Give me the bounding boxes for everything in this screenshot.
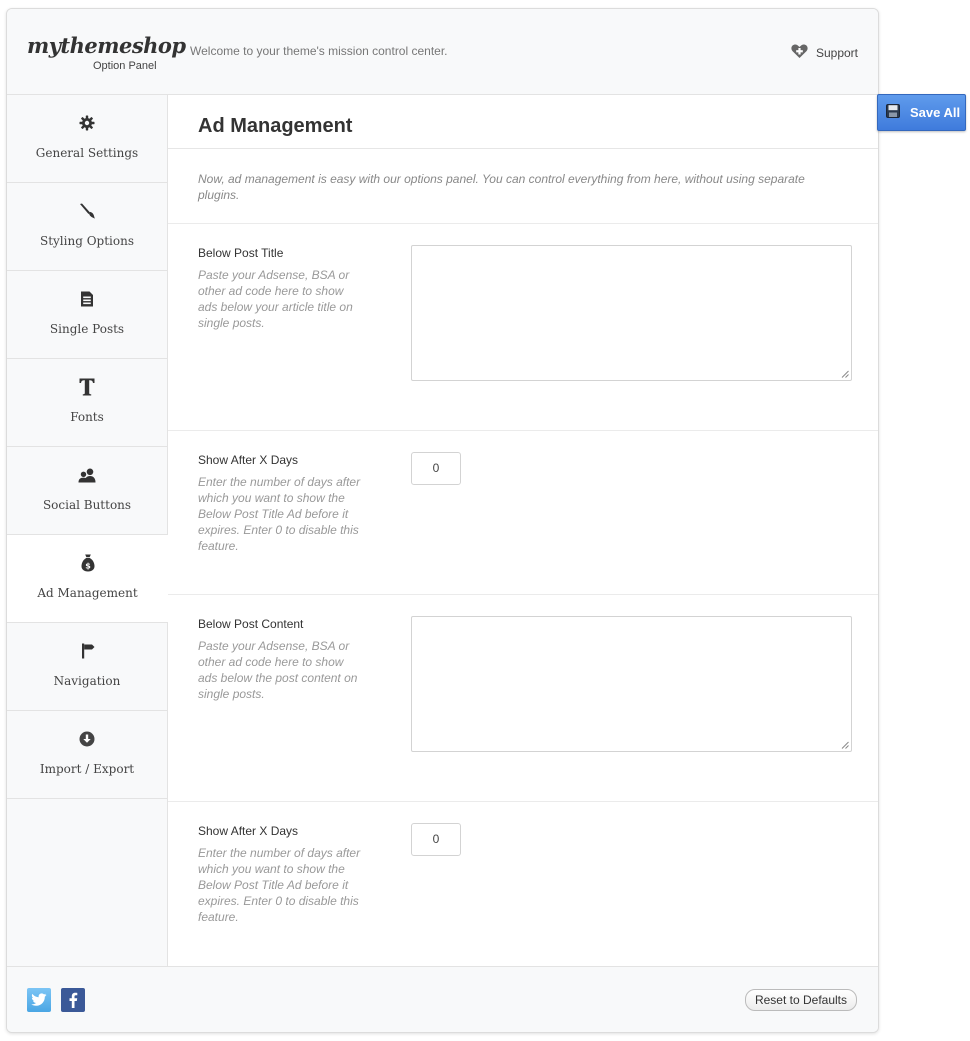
logo-subtitle: Option Panel bbox=[93, 60, 157, 72]
reset-to-defaults-button[interactable]: Reset to Defaults bbox=[744, 989, 857, 1011]
panel-header: mythemeshop Option Panel Welcome to your… bbox=[7, 9, 878, 95]
sidebar-item-navigation[interactable]: Navigation bbox=[7, 623, 167, 711]
users-icon bbox=[7, 466, 167, 484]
sidebar: General Settings Styling Options Single … bbox=[7, 95, 168, 966]
welcome-text: Welcome to your theme's mission control … bbox=[190, 44, 448, 58]
document-icon bbox=[7, 290, 167, 308]
facebook-icon bbox=[69, 992, 78, 1008]
option-description: Enter the number of days after which you… bbox=[198, 475, 361, 553]
below-title-days-input[interactable]: 0 bbox=[411, 452, 461, 485]
facebook-link[interactable] bbox=[61, 988, 85, 1012]
svg-text:$: $ bbox=[85, 562, 91, 571]
save-all-label: Save All bbox=[910, 105, 961, 120]
logo: mythemeshop bbox=[27, 33, 186, 58]
below-content-days-input[interactable]: 0 bbox=[411, 823, 461, 856]
sidebar-item-label: Import / Export bbox=[39, 762, 135, 776]
sidebar-item-label: Styling Options bbox=[39, 234, 134, 248]
sidebar-item-label: Navigation bbox=[53, 674, 121, 688]
resize-grip-icon[interactable] bbox=[841, 370, 849, 378]
floppy-disk-icon bbox=[886, 104, 900, 121]
divider bbox=[168, 148, 878, 149]
sidebar-item-styling-options[interactable]: Styling Options bbox=[7, 183, 167, 271]
option-description: Enter the number of days after which you… bbox=[198, 846, 361, 924]
divider bbox=[168, 801, 878, 802]
money-bag-icon: $ bbox=[7, 554, 168, 572]
below-post-content-textarea[interactable] bbox=[411, 616, 852, 752]
save-all-button[interactable]: Save All bbox=[877, 94, 966, 131]
sidebar-item-label: Social Buttons bbox=[42, 498, 132, 512]
sidebar-item-ad-management[interactable]: $ Ad Management bbox=[7, 535, 168, 623]
download-icon bbox=[7, 730, 167, 748]
gear-icon bbox=[7, 114, 167, 132]
section-description: Now, ad management is easy with our opti… bbox=[198, 172, 805, 202]
sidebar-item-label: General Settings bbox=[35, 146, 139, 160]
support-label: Support bbox=[815, 46, 858, 60]
signpost-icon bbox=[7, 642, 167, 660]
option-description: Paste your Adsense, BSA or other ad code… bbox=[198, 268, 353, 330]
option-description: Paste your Adsense, BSA or other ad code… bbox=[198, 639, 358, 701]
brush-icon bbox=[7, 202, 167, 220]
resize-grip-icon[interactable] bbox=[841, 741, 849, 749]
panel-footer: Reset to Defaults bbox=[7, 966, 878, 1032]
sidebar-item-label: Fonts bbox=[70, 410, 104, 424]
divider bbox=[168, 594, 878, 595]
sidebar-item-label: Single Posts bbox=[49, 322, 125, 336]
options-panel: mythemeshop Option Panel Welcome to your… bbox=[6, 8, 879, 1033]
option-label-below-post-title: Below Post Title bbox=[198, 246, 284, 260]
sidebar-item-single-posts[interactable]: Single Posts bbox=[7, 271, 167, 359]
twitter-link[interactable] bbox=[27, 988, 51, 1012]
sidebar-item-general-settings[interactable]: General Settings bbox=[7, 95, 167, 183]
sidebar-item-label: Ad Management bbox=[37, 586, 138, 600]
page-title: Ad Management bbox=[198, 115, 353, 137]
divider bbox=[168, 430, 878, 431]
support-link[interactable]: Support bbox=[791, 44, 858, 62]
option-label-below-post-content: Below Post Content bbox=[198, 617, 304, 631]
heart-plus-icon bbox=[791, 44, 808, 62]
sidebar-item-fonts[interactable]: Fonts bbox=[7, 359, 167, 447]
sidebar-item-social-buttons[interactable]: Social Buttons bbox=[7, 447, 167, 535]
text-icon bbox=[7, 378, 167, 396]
divider bbox=[168, 223, 878, 224]
below-post-title-textarea[interactable] bbox=[411, 245, 852, 381]
option-label-show-after-x-days: Show After X Days bbox=[198, 453, 299, 467]
twitter-icon bbox=[31, 993, 47, 1006]
option-label-show-after-x-days: Show After X Days bbox=[198, 824, 299, 838]
sidebar-item-import-export[interactable]: Import / Export bbox=[7, 711, 167, 799]
main-content: Ad Management Now, ad management is easy… bbox=[168, 95, 878, 966]
